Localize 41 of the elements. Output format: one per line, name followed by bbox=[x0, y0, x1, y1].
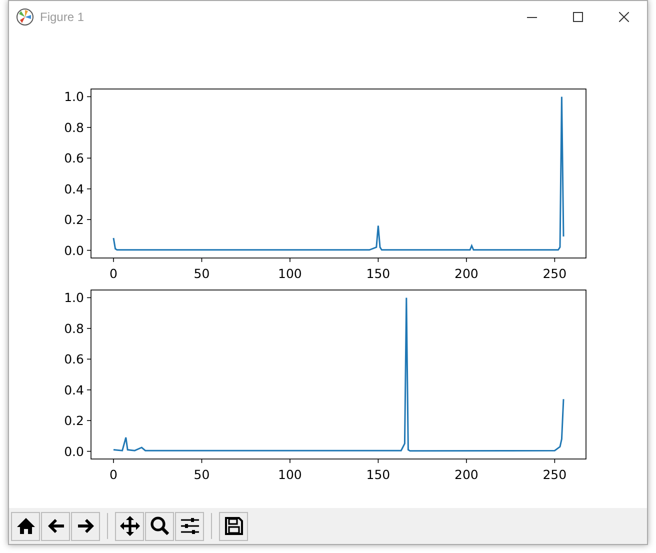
y-tick-label: 0.6 bbox=[64, 150, 84, 166]
y-tick-label: 0.8 bbox=[64, 320, 84, 336]
x-tick-label: 200 bbox=[454, 266, 478, 281]
y-tick-label: 1.0 bbox=[64, 290, 84, 306]
x-tick-label: 100 bbox=[278, 266, 302, 281]
x-tick-label: 200 bbox=[454, 467, 478, 482]
x-tick-label: 250 bbox=[542, 266, 567, 281]
x-tick-label: 150 bbox=[366, 467, 390, 482]
home-button[interactable] bbox=[11, 512, 40, 540]
pinwheel-icon bbox=[16, 8, 34, 26]
sliders-icon bbox=[180, 516, 200, 536]
x-tick-label: 50 bbox=[194, 266, 210, 281]
save-button[interactable] bbox=[219, 512, 248, 540]
y-tick-label: 0.0 bbox=[64, 242, 84, 258]
pan-button[interactable] bbox=[115, 512, 144, 540]
y-tick-label: 0.2 bbox=[64, 413, 84, 428]
left-arrow-icon bbox=[46, 516, 66, 536]
y-tick-label: 1.0 bbox=[64, 89, 84, 104]
maximize-icon bbox=[573, 12, 583, 22]
x-tick-label: 50 bbox=[194, 467, 210, 482]
y-tick-label: 0.4 bbox=[64, 382, 84, 398]
x-tick-label: 0 bbox=[110, 266, 118, 281]
move-arrows-icon bbox=[120, 516, 140, 536]
y-tick-label: 0.4 bbox=[64, 181, 84, 196]
y-tick-label: 0.2 bbox=[64, 212, 84, 228]
y-tick-label: 0.0 bbox=[64, 444, 84, 459]
x-tick-label: 100 bbox=[278, 467, 302, 482]
x-tick-label: 150 bbox=[366, 266, 390, 281]
search-icon bbox=[150, 516, 170, 536]
close-icon bbox=[619, 12, 629, 22]
y-tick-label: 0.8 bbox=[64, 120, 84, 135]
configure-button[interactable] bbox=[175, 512, 204, 540]
window-title: Figure 1 bbox=[40, 10, 84, 24]
x-tick-label: 0 bbox=[110, 467, 118, 482]
home-icon bbox=[16, 516, 36, 536]
back-button[interactable] bbox=[41, 512, 70, 540]
zoom-button[interactable] bbox=[145, 512, 174, 540]
forward-button[interactable] bbox=[71, 512, 100, 540]
y-tick-label: 0.6 bbox=[64, 352, 84, 367]
right-arrow-icon bbox=[76, 516, 96, 536]
x-tick-label: 250 bbox=[542, 467, 567, 482]
